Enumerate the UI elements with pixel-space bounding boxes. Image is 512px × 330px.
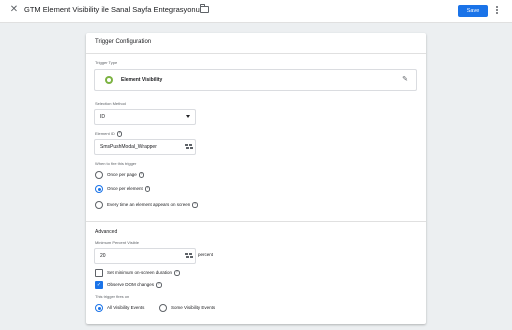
min-percent-value: 20	[100, 253, 106, 259]
help-icon[interactable]: ?	[192, 202, 198, 208]
card-title: Trigger Configuration	[95, 39, 152, 45]
folder-icon[interactable]	[200, 4, 209, 13]
radio-label: Every time an element appears on screen?	[107, 202, 198, 208]
save-button[interactable]: Save	[458, 5, 488, 17]
chevron-down-icon	[186, 115, 190, 118]
radio-button-selected[interactable]	[95, 304, 103, 312]
top-bar: ✕ GTM Element Visibility ile Sanal Sayfa…	[0, 0, 512, 23]
fire-label: When to fire this trigger	[95, 161, 137, 166]
page-title: GTM Element Visibility ile Sanal Sayfa E…	[24, 5, 200, 14]
trigger-type-name: Element Visibility	[121, 77, 163, 83]
variable-picker-icon[interactable]	[185, 253, 193, 259]
trigger-type-box[interactable]: Element Visibility ✎	[94, 69, 417, 91]
radio-label: Some Visibility Events	[171, 305, 216, 310]
element-id-value: SmsPushModal_Wrapper	[100, 144, 157, 150]
help-icon[interactable]: ?	[116, 131, 123, 137]
min-percent-input[interactable]: 20	[94, 248, 196, 264]
checkbox-label: Set minimum on-screen duration?	[107, 270, 180, 276]
selection-method-select[interactable]: ID	[94, 109, 196, 125]
pencil-icon[interactable]: ✎	[402, 76, 408, 84]
radio-button[interactable]	[95, 171, 103, 179]
radio-button-selected[interactable]	[95, 185, 103, 193]
observe-dom-checkbox[interactable]: ✓	[95, 281, 103, 289]
radio-button[interactable]	[95, 201, 103, 209]
element-id-label: Element ID?	[95, 131, 123, 137]
element-id-input[interactable]: SmsPushModal_Wrapper	[94, 139, 196, 155]
card-header: Trigger Configuration	[86, 33, 426, 54]
help-icon[interactable]: ?	[174, 270, 180, 276]
trigger-configuration-card: Trigger Configuration Trigger Type Eleme…	[86, 33, 426, 324]
trigger-type-label: Trigger Type	[95, 60, 118, 65]
help-icon[interactable]: ?	[144, 186, 151, 192]
more-vert-icon[interactable]	[495, 5, 499, 17]
variable-picker-icon[interactable]	[185, 144, 193, 150]
checkbox-label: Observe DOM changes?	[107, 282, 162, 288]
radio-label: Once per element?	[107, 186, 151, 192]
radio-label: All Visibility Events	[107, 305, 145, 310]
percent-suffix: percent	[198, 252, 214, 257]
element-id-label-text: Element ID	[95, 131, 115, 136]
radio-button[interactable]	[159, 304, 167, 312]
min-percent-label: Minimum Percent Visible	[95, 240, 139, 245]
visibility-icon	[105, 76, 113, 84]
help-icon[interactable]: ?	[138, 172, 145, 178]
fires-on-label: This trigger fires on	[95, 294, 130, 299]
close-icon[interactable]: ✕	[9, 5, 19, 15]
help-icon[interactable]: ?	[156, 282, 162, 288]
set-min-duration-checkbox[interactable]	[95, 269, 103, 277]
selection-method-value: ID	[100, 114, 105, 120]
selection-method-label: Selection Method	[95, 101, 126, 106]
section-divider	[86, 221, 426, 222]
radio-label: Once per page?	[107, 172, 145, 178]
advanced-title: Advanced	[95, 229, 118, 235]
